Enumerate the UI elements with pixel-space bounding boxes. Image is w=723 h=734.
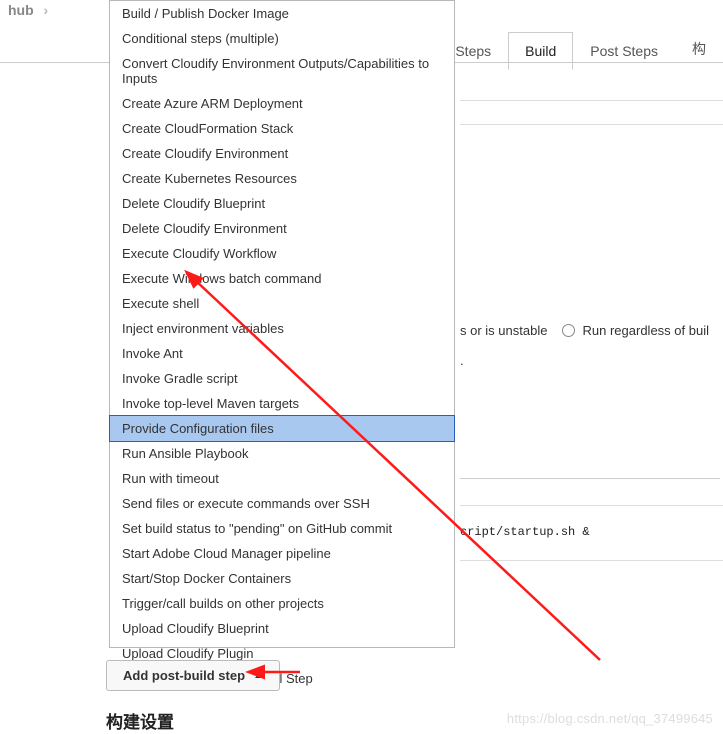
dropdown-item[interactable]: Run with timeout [110, 466, 454, 491]
dropdown-item[interactable]: Execute Cloudify Workflow [110, 241, 454, 266]
dropdown-item[interactable]: Invoke Ant [110, 341, 454, 366]
text-fragment-unstable: s or is unstable [460, 323, 547, 338]
dropdown-item[interactable]: Invoke top-level Maven targets [110, 391, 454, 416]
dropdown-item[interactable]: Convert Cloudify Environment Outputs/Cap… [110, 51, 454, 91]
tab-post-steps[interactable]: Post Steps [573, 32, 675, 70]
dropdown-item[interactable]: Execute Windows batch command [110, 266, 454, 291]
dropdown-item[interactable]: Create CloudFormation Stack [110, 116, 454, 141]
add-post-build-step-label: Add post-build step [123, 668, 245, 683]
dropdown-item[interactable]: Provide Configuration files [109, 415, 455, 442]
radio-run-regardless[interactable] [562, 324, 575, 337]
dropdown-item[interactable]: Start Adobe Cloud Manager pipeline [110, 541, 454, 566]
caret-up-icon [255, 673, 263, 678]
code-box-top [460, 478, 720, 479]
dropdown-item[interactable]: Inject environment variables [110, 316, 454, 341]
config-tabs: Pre Steps Build Post Steps 构 [413, 28, 723, 70]
text-fragment-run-regardless: Run regardless of buil [583, 323, 709, 338]
dropdown-item[interactable]: Build / Publish Docker Image [110, 1, 454, 26]
dropdown-item[interactable]: Create Azure ARM Deployment [110, 91, 454, 116]
text-dot: . [460, 353, 464, 368]
dropdown-item[interactable]: Execute shell [110, 291, 454, 316]
chevron-right-icon: › [38, 2, 55, 18]
script-path-fragment: cript/startup.sh & [460, 525, 590, 539]
breadcrumb-item[interactable]: hub [8, 2, 34, 18]
build-step-dropdown[interactable]: Build / Publish Docker ImageConditional … [109, 0, 455, 648]
dropdown-item[interactable]: Delete Cloudify Blueprint [110, 191, 454, 216]
dropdown-item[interactable]: Start/Stop Docker Containers [110, 566, 454, 591]
dropdown-item[interactable]: Create Kubernetes Resources [110, 166, 454, 191]
code-box-bottom [460, 560, 723, 561]
dropdown-item[interactable]: Create Cloudify Environment [110, 141, 454, 166]
field-border [460, 100, 723, 101]
add-post-build-step-button[interactable]: Add post-build step [106, 660, 280, 691]
dropdown-item[interactable]: Invoke Gradle script [110, 366, 454, 391]
dropdown-item[interactable]: Delete Cloudify Environment [110, 216, 454, 241]
field-border [460, 124, 723, 125]
dropdown-item[interactable]: Send files or execute commands over SSH [110, 491, 454, 516]
tab-extra[interactable]: 构 [675, 28, 723, 70]
section-build-settings: 构建设置 [106, 708, 174, 733]
dropdown-item[interactable]: Set build status to "pending" on GitHub … [110, 516, 454, 541]
tab-build[interactable]: Build [508, 32, 573, 70]
radio-row-fragment: s or is unstable Run regardless of buil [460, 323, 709, 338]
dropdown-item[interactable]: Upload Cloudify Blueprint [110, 616, 454, 641]
code-box-inner [460, 505, 723, 506]
dropdown-item[interactable]: Trigger/call builds on other projects [110, 591, 454, 616]
watermark-text: https://blog.csdn.net/qq_37499645 [507, 711, 713, 726]
dropdown-item[interactable]: Run Ansible Playbook [110, 441, 454, 466]
dropdown-item[interactable]: Conditional steps (multiple) [110, 26, 454, 51]
